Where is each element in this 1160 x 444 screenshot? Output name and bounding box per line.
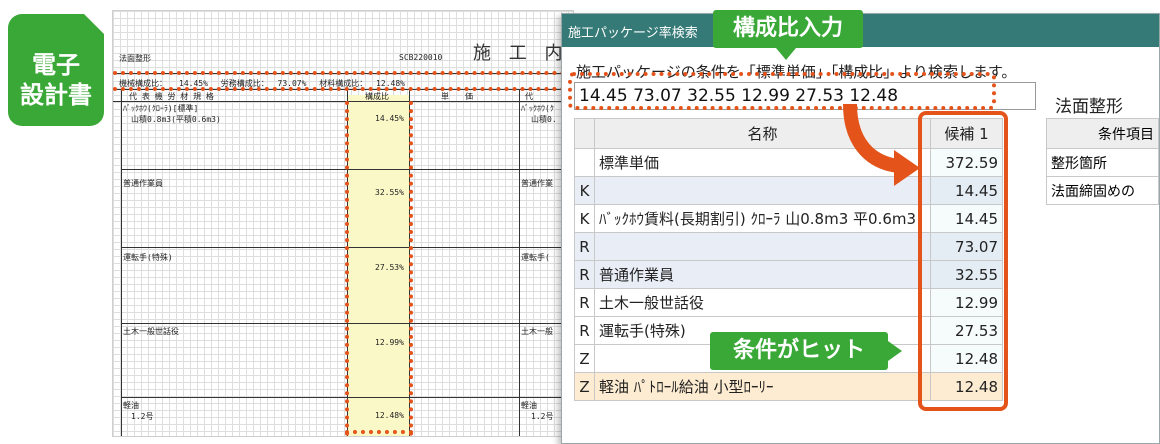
badge-line-2: 設計書	[20, 81, 92, 109]
sheet-row-name: 軽油	[123, 401, 139, 410]
ratio-column-outline	[345, 101, 349, 436]
sheet-row-right-spec: 山積0.	[531, 115, 557, 124]
sheet-section: 法面整形	[119, 54, 151, 63]
ratio-input-callout: 構成比入力	[713, 10, 863, 60]
sheet-row-name: 土木一般世話役	[123, 327, 179, 336]
callout-pointer-icon	[776, 48, 796, 60]
hit-callout-label: 条件がヒット	[732, 338, 865, 363]
row-kind: R	[574, 232, 595, 261]
conditions-table: 条件項目 整形箇所 法面締固めの	[1046, 118, 1159, 205]
sheet-row-right-name: 土木一般	[521, 327, 553, 336]
sheet-row-right-spec: 1.2号	[531, 412, 554, 421]
sheet-row-right-name: 運転手(	[521, 253, 550, 262]
callout-pointer-icon	[888, 341, 902, 361]
sheet-row-right-name: ﾊﾞｯｸﾎｳ(ｸ	[521, 104, 554, 113]
row-name: 土木一般世話役	[594, 288, 931, 317]
ratio-column-outline	[345, 430, 413, 434]
row-kind: K	[574, 204, 595, 233]
window-title: 施工パッケージ率検索	[568, 25, 698, 40]
sheet-row-name: ﾊﾞｯｸﾎｳ(ｸﾛｰﾗ)[標準]	[123, 104, 199, 113]
ratios-row-highlight	[113, 71, 573, 75]
estimate-sheet: 法面整形 SCB220010 施 工 内 機械構成比： 14.45% 労務構成比…	[112, 10, 574, 437]
ratio-input-callout-label: 構成比入力	[732, 16, 843, 41]
condition-item[interactable]: 法面締固めの	[1046, 176, 1159, 205]
sheet-row-ratio: 27.53%	[375, 263, 404, 272]
sheet-code: SCB220010	[399, 53, 443, 62]
row-kind: R	[574, 260, 595, 289]
page-fold-icon	[83, 13, 105, 35]
candidate-highlight-box	[918, 111, 1008, 411]
conditions-header[interactable]: 条件項目	[1046, 118, 1159, 149]
method-label: 法面整形	[1055, 97, 1123, 117]
row-kind: R	[574, 316, 595, 345]
sheet-row-spec: 山積0.8m3(平積0.6m3)	[131, 115, 221, 124]
row-name: ﾊﾞｯｸﾎｳ賃料(長期割引) ｸﾛｰﾗ 山0.8m3 平0.6m3	[594, 204, 931, 233]
input-highlight-box	[568, 72, 996, 110]
sheet-row-ratio: 14.45%	[375, 114, 404, 123]
ratio-column-outline	[409, 101, 413, 436]
row-kind: Z	[574, 344, 595, 373]
row-kind: R	[574, 288, 595, 317]
sheet-row-name: 運転手(特殊)	[123, 253, 173, 262]
condition-item[interactable]: 整形箇所	[1046, 148, 1159, 177]
kind-header	[574, 118, 595, 149]
row-name: 軽油 ﾊﾟﾄﾛｰﾙ給油 小型ﾛｰﾘｰ	[594, 372, 931, 401]
sheet-row-right-name: 普通作業	[521, 179, 553, 188]
badge-line-1: 電子	[32, 51, 80, 79]
curved-arrow-icon	[843, 103, 920, 186]
electronic-design-doc-badge: 電子 設計書	[8, 13, 105, 126]
sheet-row-name: 普通作業員	[123, 179, 163, 188]
row-name	[594, 232, 931, 261]
ratios-row-highlight	[113, 87, 573, 91]
row-name: 普通作業員	[594, 260, 931, 289]
row-kind: K	[574, 176, 595, 205]
sheet-row-ratio: 32.55%	[375, 188, 404, 197]
hit-callout: 条件がヒット	[710, 332, 902, 370]
sheet-row-spec: 1.2号	[131, 412, 154, 421]
sheet-row-ratio: 12.48%	[375, 411, 404, 420]
sheet-row-ratio: 12.99%	[375, 338, 404, 347]
row-kind	[574, 148, 595, 177]
sheet-row-right-name: 軽油	[521, 401, 537, 410]
row-kind: Z	[574, 372, 595, 401]
sheet-title: 施 工 内	[473, 43, 569, 64]
